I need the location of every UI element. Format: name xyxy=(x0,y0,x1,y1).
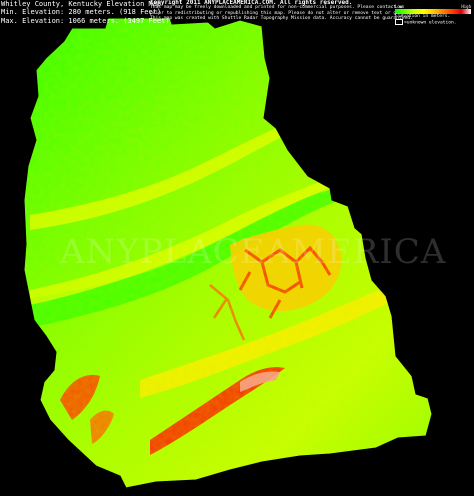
elevation-legend: Low High Elevation in meters. =unknown e… xyxy=(395,4,471,26)
legend-unknown-row: =unknown elevation. xyxy=(395,19,471,26)
unknown-swatch-icon xyxy=(395,19,403,26)
legend-unknown-label: =unknown elevation. xyxy=(404,20,457,26)
map-title: Whitley County, Kentucky Elevation Map xyxy=(1,0,162,8)
elevation-map xyxy=(0,0,474,492)
copyright-block: Copyright 2011 ANYPLACEAMERICA.COM. All … xyxy=(150,0,418,22)
min-elevation: Min. Elevation: 280 meters. (918 Feet) xyxy=(1,8,162,17)
legend-low-label: Low xyxy=(395,4,403,9)
county-elevation-raster xyxy=(23,17,433,489)
max-elevation: Max. Elevation: 1066 meters. (3497 Feet) xyxy=(1,16,170,25)
legend-high-label: High xyxy=(461,4,471,9)
notice-line: This map was created with Shuttle Radar … xyxy=(150,16,413,22)
map-info: Whitley County, Kentucky Elevation Map Mi… xyxy=(1,0,170,25)
